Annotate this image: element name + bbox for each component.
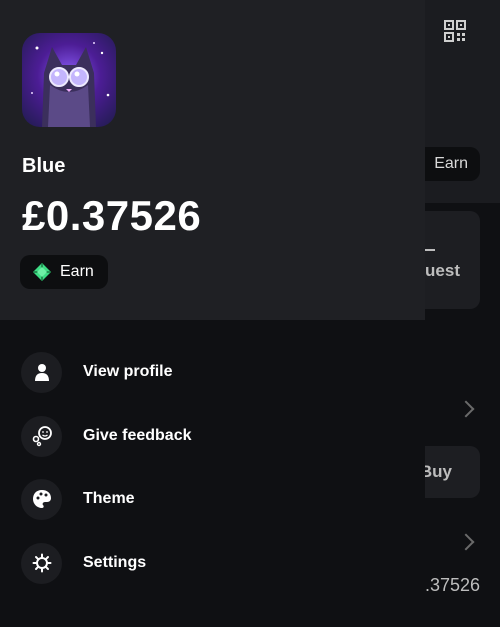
palette-icon — [21, 478, 62, 520]
menu-item-label: Give feedback — [83, 427, 192, 444]
qr-code-icon[interactable] — [444, 20, 466, 42]
cat-avatar-illustration — [31, 42, 110, 127]
gear-icon — [21, 542, 62, 584]
earn-label: Earn — [60, 263, 94, 280]
menu-item-label: Theme — [83, 490, 135, 507]
earn-button[interactable]: Earn — [20, 255, 108, 289]
chevron-right-icon[interactable] — [457, 533, 475, 551]
menu-item-give-feedback[interactable]: Give feedback — [0, 406, 425, 466]
menu-item-label: View profile — [83, 363, 173, 380]
background-earn-label: Earn — [434, 155, 468, 172]
background-card-label: uest — [425, 261, 460, 280]
menu-item-settings[interactable]: Settings — [0, 533, 425, 593]
feedback-icon — [21, 415, 62, 457]
drawer-header: Blue £0.37526 Earn — [0, 0, 425, 320]
balance-amount: £0.37526 — [22, 192, 202, 239]
chevron-right-icon[interactable] — [457, 400, 475, 418]
menu-item-label: Settings — [83, 554, 147, 571]
gem-icon — [33, 263, 51, 281]
person-icon — [21, 351, 62, 393]
side-drawer: Blue £0.37526 Earn View profile Give fee… — [0, 0, 425, 627]
background-amount: .37526 — [424, 575, 480, 595]
username: Blue — [22, 155, 66, 177]
menu-item-view-profile[interactable]: View profile — [0, 342, 425, 402]
menu-item-theme[interactable]: Theme — [0, 469, 425, 529]
avatar[interactable] — [22, 33, 116, 127]
